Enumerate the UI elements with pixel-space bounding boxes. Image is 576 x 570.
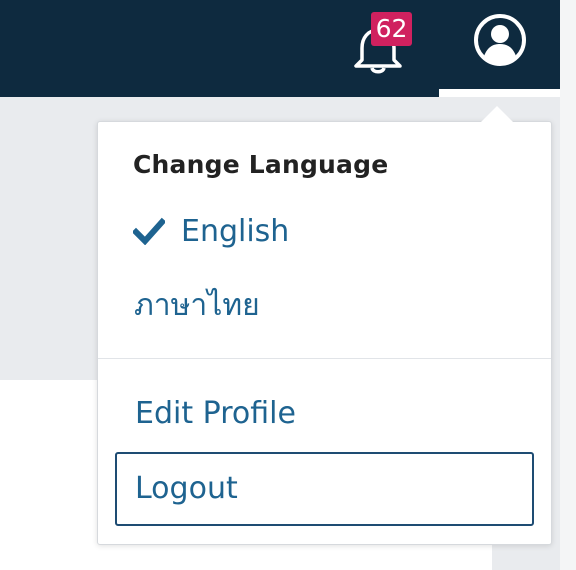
user-circle-icon[interactable] [472,12,528,68]
notification-count-badge[interactable]: 62 [371,12,412,46]
language-label-english: English [181,213,290,249]
scrollbar-track [560,0,576,570]
language-option-thai[interactable]: ภาษาไทย [134,282,260,329]
logout-button[interactable]: Logout [115,452,534,526]
menu-divider [98,358,551,359]
check-icon [133,217,165,245]
change-language-heading: Change Language [133,150,389,179]
language-option-english[interactable]: English [133,211,289,251]
dropdown-caret [481,106,513,122]
logout-label: Logout [135,471,238,506]
edit-profile-link[interactable]: Edit Profile [135,396,296,431]
